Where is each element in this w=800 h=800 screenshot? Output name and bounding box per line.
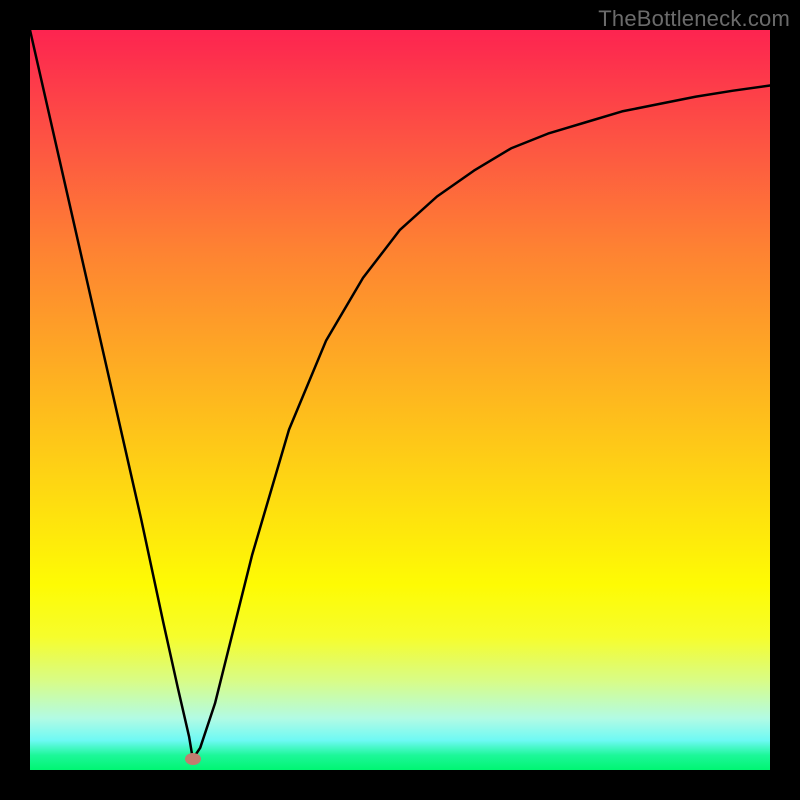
curve-path	[30, 30, 770, 759]
marker-dot	[185, 753, 201, 765]
curve-svg	[30, 30, 770, 770]
chart-frame: TheBottleneck.com	[0, 0, 800, 800]
watermark-text: TheBottleneck.com	[598, 6, 790, 32]
chart-plot-area	[30, 30, 770, 770]
